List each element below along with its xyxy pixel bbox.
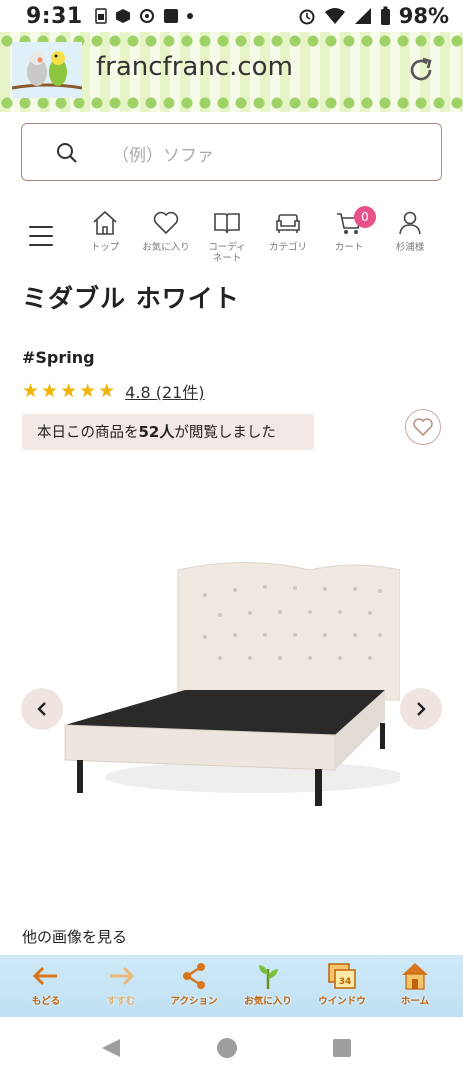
toolbar-home[interactable]: ホーム	[381, 961, 449, 1007]
android-nav-bar	[0, 1017, 463, 1080]
signal-icon	[354, 8, 371, 24]
android-home-icon[interactable]	[216, 1037, 238, 1059]
hamburger-menu-icon[interactable]	[29, 226, 53, 248]
home-icon	[93, 210, 117, 235]
reload-icon[interactable]	[407, 56, 435, 84]
toolbar-label-home: ホーム	[400, 996, 430, 1007]
rating-text[interactable]: 4.8 (21件)	[125, 379, 204, 403]
more-images-link[interactable]: 他の画像を見る	[22, 926, 127, 947]
viewers-notice: 本日この商品を52人が閲覧しました	[22, 414, 314, 450]
favorite-button[interactable]	[405, 409, 441, 445]
cube-icon	[115, 9, 130, 23]
leaf-decoration-bottom	[0, 96, 463, 110]
app-square-icon	[163, 9, 178, 23]
viewers-prefix: 本日この商品を	[37, 425, 139, 441]
dot-icon	[186, 13, 193, 19]
product-tag[interactable]: #Spring	[22, 348, 95, 367]
android-recents-icon[interactable]	[332, 1038, 352, 1058]
rating-stars: ★★★★★	[22, 380, 118, 402]
nav-item-category[interactable]: カテゴリ	[257, 209, 319, 253]
window-icon: 34	[328, 963, 356, 989]
search-box[interactable]: （例）ソファ	[21, 123, 442, 181]
toolbar-action[interactable]: アクション	[160, 961, 228, 1007]
toolbar-label-back: もどる	[31, 996, 61, 1007]
threads-icon	[139, 9, 154, 23]
share-icon	[183, 963, 205, 989]
url-text[interactable]: francfranc.com	[96, 52, 293, 82]
sofa-icon	[276, 214, 300, 233]
toolbar-favorites[interactable]: お気に入り	[234, 961, 302, 1007]
window-count: 34	[339, 977, 352, 987]
forward-arrow-icon	[110, 966, 135, 986]
house-icon	[402, 963, 428, 990]
nav-label-coordinate: コーディネート	[208, 242, 246, 264]
nav-label-favorites: お気に入り	[142, 242, 190, 253]
battery-percent: 98%	[398, 4, 449, 28]
toolbar-label-favorites: お気に入り	[244, 996, 292, 1007]
nav-item-top[interactable]: トップ	[74, 209, 136, 253]
nav-item-coordinate[interactable]: コーディネート	[196, 209, 258, 264]
wifi-icon	[324, 8, 345, 24]
product-rating[interactable]: ★★★★★ 4.8 (21件)	[22, 379, 205, 403]
cart-count-badge: 0	[354, 206, 376, 228]
user-icon	[399, 211, 421, 235]
toolbar-label-action: アクション	[170, 996, 218, 1007]
book-icon	[214, 213, 240, 234]
toolbar-label-window: ウインドウ	[318, 996, 366, 1007]
site-nav: トップ お気に入り コーディネート カテゴリ 0 カート 杉浦様	[0, 205, 463, 275]
nav-item-account[interactable]: 杉浦様	[379, 209, 441, 253]
product-title: ミダブル ホワイト	[22, 284, 240, 313]
heart-icon	[153, 211, 179, 235]
image-prev-button[interactable]	[21, 688, 63, 730]
back-arrow-icon	[32, 966, 57, 986]
battery-icon	[380, 6, 390, 25]
viewers-count: 52人	[138, 423, 175, 441]
sim-icon	[94, 8, 107, 24]
nav-label-top: トップ	[90, 242, 120, 253]
chevron-right-icon	[417, 702, 426, 716]
nav-label-account: 杉浦様	[395, 242, 425, 253]
browser-toolbar: もどる すすむ アクション お気に入り 34 ウインドウ ホーム	[0, 955, 463, 1017]
image-next-button[interactable]	[400, 688, 442, 730]
notification-icons	[94, 8, 193, 24]
nav-label-category: カテゴリ	[268, 242, 307, 253]
birds-logo-icon	[12, 42, 82, 98]
heart-outline-icon	[413, 418, 433, 436]
nav-item-cart[interactable]: 0 カート	[318, 206, 380, 253]
toolbar-forward[interactable]: すすむ	[87, 961, 155, 1007]
search-placeholder[interactable]: （例）ソファ	[112, 141, 214, 166]
alarm-icon	[299, 9, 315, 25]
toolbar-window[interactable]: 34 ウインドウ	[308, 961, 376, 1007]
toolbar-label-forward: すすむ	[106, 996, 136, 1007]
search-icon	[57, 143, 77, 163]
android-back-icon[interactable]	[100, 1037, 122, 1059]
status-time: 9:31	[26, 3, 83, 29]
nav-item-favorites[interactable]: お気に入り	[135, 209, 197, 253]
plant-icon	[259, 965, 278, 989]
toolbar-back[interactable]: もどる	[12, 961, 80, 1007]
viewers-suffix: が閲覧しました	[174, 425, 276, 441]
nav-label-cart: カート	[334, 242, 364, 253]
product-image-bed	[64, 562, 400, 806]
chevron-left-icon	[37, 702, 46, 716]
status-bar: 9:31 98%	[0, 0, 463, 32]
browser-url-bar[interactable]: francfranc.com	[0, 32, 463, 112]
